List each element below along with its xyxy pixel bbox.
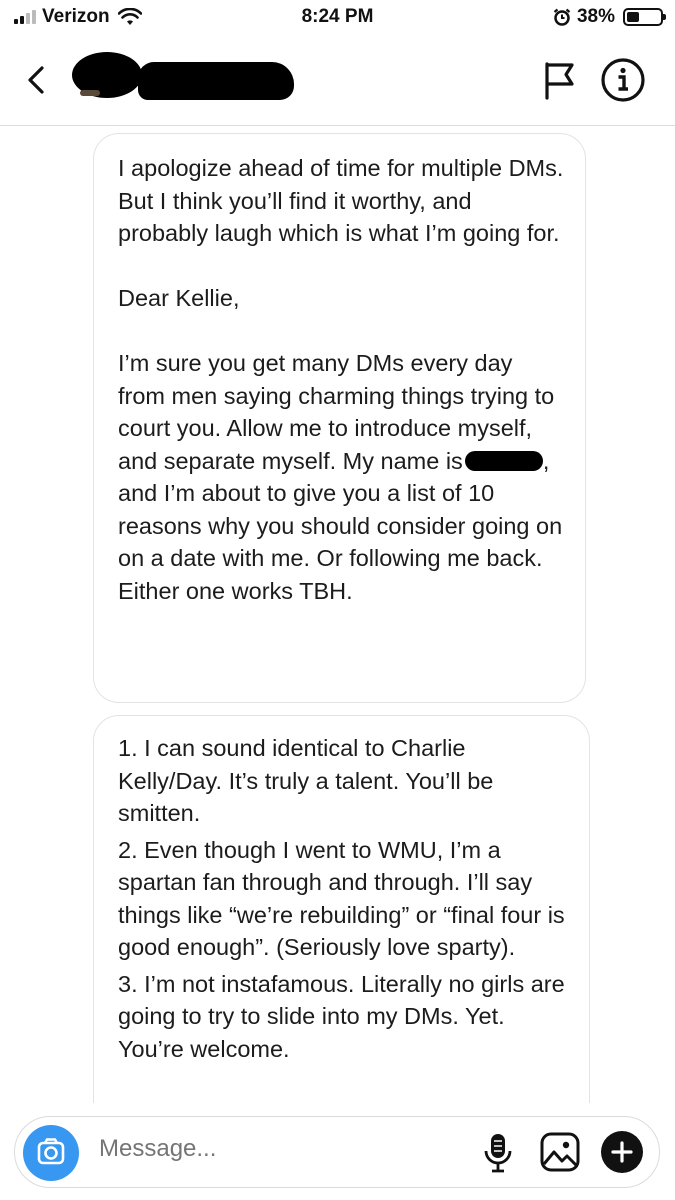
alarm-icon <box>553 8 571 26</box>
chevron-left-icon[interactable] <box>22 60 52 100</box>
message-bubble[interactable]: 1. I can sound identical to Charlie Kell… <box>93 715 590 1103</box>
message-input[interactable] <box>99 1135 459 1163</box>
camera-icon <box>37 1138 65 1165</box>
microphone-icon[interactable] <box>480 1131 516 1175</box>
message-bubble[interactable]: I apologize ahead of time for multiple D… <box>93 133 586 703</box>
info-icon[interactable] <box>600 57 646 103</box>
message-text: I apologize ahead of time for multiple D… <box>118 155 564 246</box>
avatar-detail <box>80 90 100 96</box>
message-composer[interactable] <box>14 1116 660 1188</box>
more-button[interactable] <box>601 1131 643 1173</box>
plus-icon <box>611 1141 633 1163</box>
message-thread[interactable]: I apologize ahead of time for multiple D… <box>0 128 675 1103</box>
image-icon[interactable] <box>539 1131 581 1173</box>
message-text: Dear Kellie, <box>118 285 240 311</box>
list-item: 3. I’m not instafamous. Literally no gir… <box>118 970 565 1062</box>
list-item: 1. I can sound identical to Charlie Kell… <box>118 735 494 826</box>
message-text: I’m sure you get many DMs every day from… <box>118 347 565 607</box>
status-right: 38% <box>553 6 666 28</box>
status-bar: Verizon 8:24 PM 38% <box>0 0 675 34</box>
list-item: 2. Even though I went to WMU, I’m a spar… <box>118 836 565 961</box>
battery-icon <box>623 8 666 26</box>
flag-icon[interactable] <box>542 60 578 102</box>
battery-percent: 38% <box>576 6 615 27</box>
camera-button[interactable] <box>23 1125 79 1181</box>
redacted-username[interactable] <box>138 62 294 100</box>
redacted-name <box>464 450 543 471</box>
conversation-header <box>0 40 675 126</box>
